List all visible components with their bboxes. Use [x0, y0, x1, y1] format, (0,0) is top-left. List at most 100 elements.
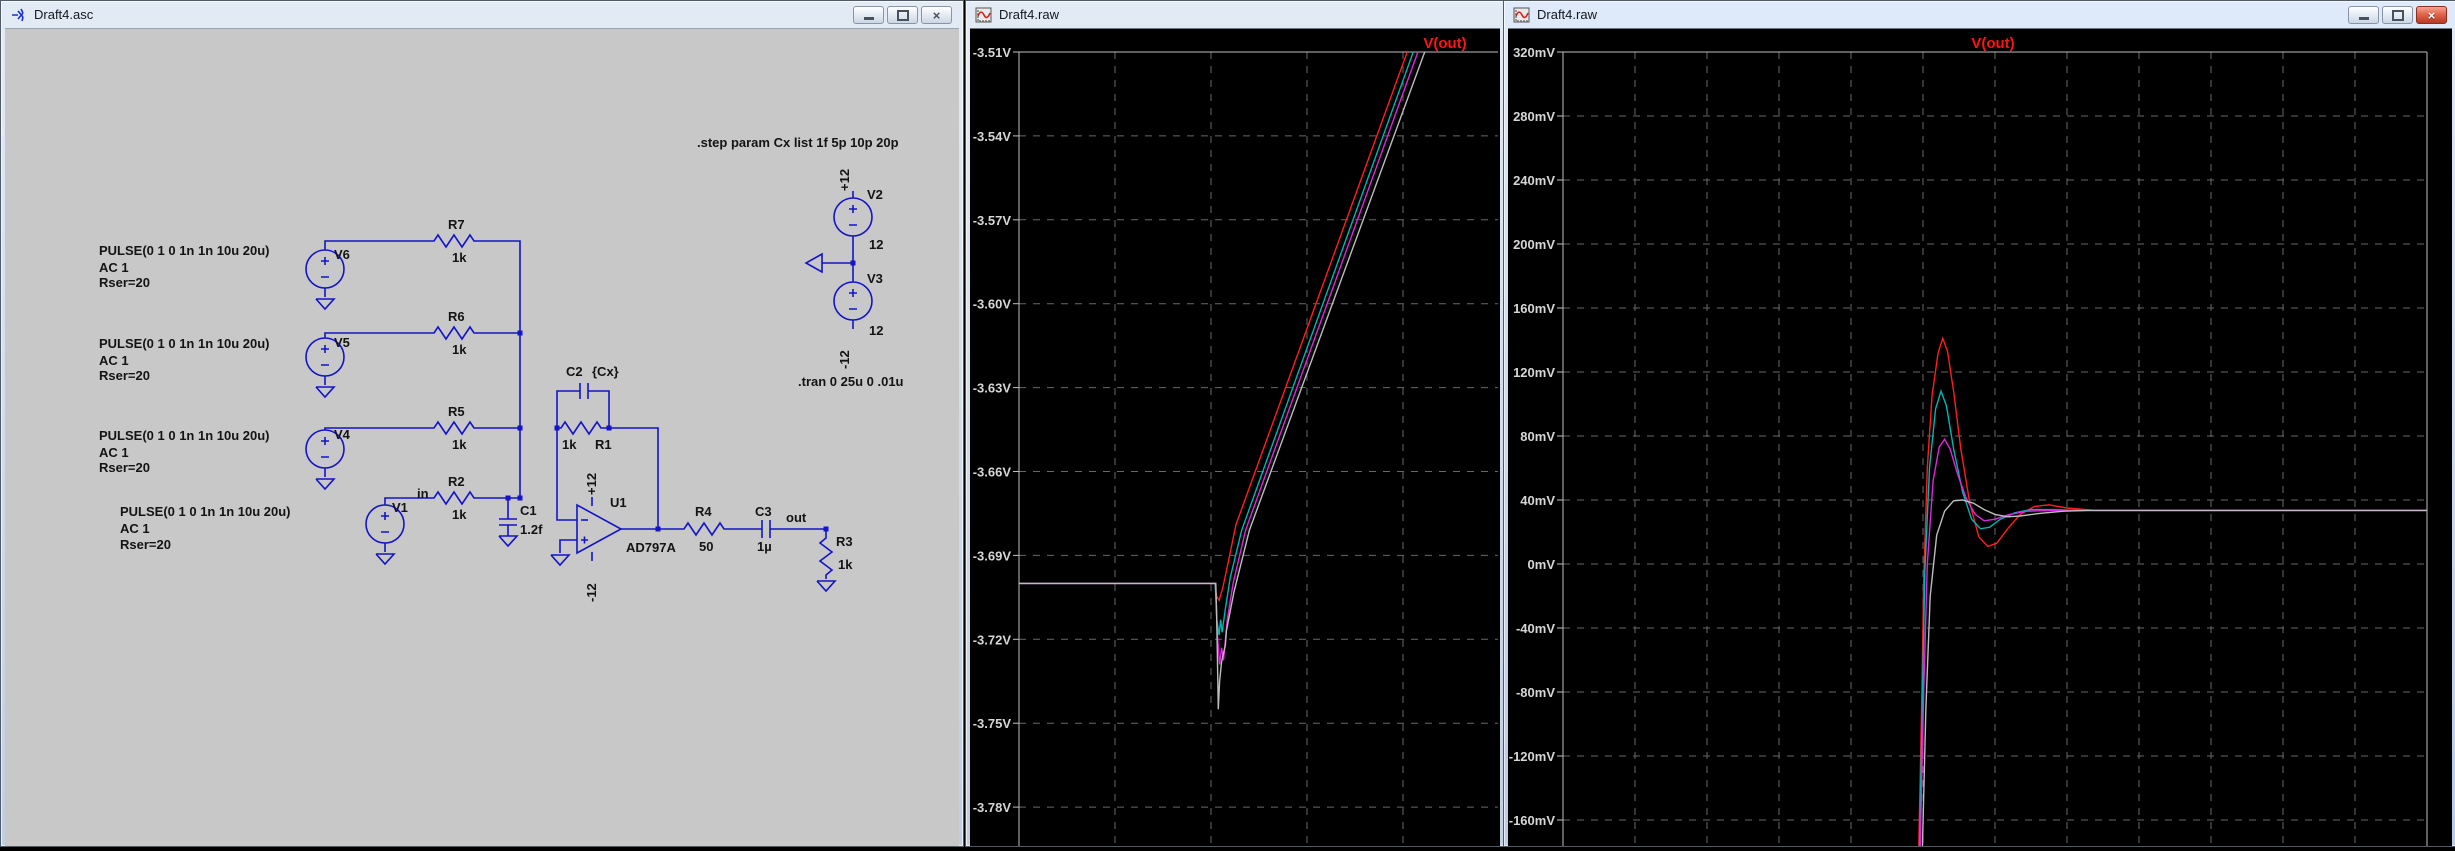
- svg-text:V5: V5: [334, 335, 350, 350]
- rail-midpoint: [804, 236, 856, 282]
- tran-directive[interactable]: .tran 0 25u 0 .01u: [798, 374, 904, 389]
- resistor-r6[interactable]: R6 1k: [430, 309, 482, 357]
- svg-text:C2: C2: [566, 364, 583, 379]
- svg-text:R5: R5: [448, 404, 465, 419]
- capacitor-c3[interactable]: C3 1µ: [732, 504, 826, 554]
- svg-text:12: 12: [869, 323, 883, 338]
- source-spec-v4: PULSE(0 1 0 1n 1n 10u 20u) AC 1 Rser=20: [99, 428, 270, 475]
- ground-icon: [816, 580, 837, 593]
- output-wires: [621, 526, 680, 532]
- voltage-source-v3[interactable]: V3 12 -12: [833, 271, 883, 369]
- y-tick-label: -3.60V: [973, 297, 1012, 312]
- resistor-r3[interactable]: R3 1k: [816, 526, 853, 593]
- y-tick-label: -3.54V: [973, 129, 1012, 144]
- minimize-icon: [2358, 17, 2369, 20]
- y-axis-labels: 320mV 280mV 240mV 200mV 160mV 120mV 80mV 40mV 0m…: [1509, 45, 1563, 828]
- minimize-button[interactable]: [853, 6, 884, 24]
- y-tick-label: -80mV: [1516, 685, 1555, 700]
- y-tick-label: -3.51V: [973, 45, 1012, 60]
- voltage-source-v2[interactable]: +12 V2 12: [833, 169, 883, 252]
- y-tick-label: 40mV: [1520, 493, 1555, 508]
- y-tick-label: 200mV: [1513, 237, 1555, 252]
- close-button[interactable]: ×: [921, 6, 952, 24]
- svg-text:R7: R7: [448, 217, 465, 232]
- y-tick-label: -40mV: [1516, 621, 1555, 636]
- svg-text:U1: U1: [610, 495, 627, 510]
- minimize-button[interactable]: [2348, 6, 2379, 24]
- schematic-window-controls: ×: [853, 6, 952, 24]
- source-spec-v5: PULSE(0 1 0 1n 1n 10u 20u) AC 1 Rser=20: [99, 336, 270, 383]
- y-tick-label: 160mV: [1513, 301, 1555, 316]
- svg-text:V1: V1: [392, 500, 408, 515]
- plot-area[interactable]: [1563, 52, 2427, 846]
- svg-text:+12: +12: [837, 169, 852, 191]
- restore-button[interactable]: [2382, 6, 2413, 24]
- svg-text:AC 1: AC 1: [99, 445, 129, 460]
- svg-text:1k: 1k: [452, 507, 467, 522]
- waveform-pane-left[interactable]: V(out) -3.51V -3.54V -3.57V -3.60V -3.63V -3.…: [970, 28, 1500, 846]
- schematic-canvas[interactable]: PULSE(0 1 0 1n 1n 10u 20u) AC 1 Rser=20 …: [5, 28, 959, 846]
- y-tick-label: 0mV: [1528, 557, 1556, 572]
- resistor-r5[interactable]: R5 1k: [430, 404, 482, 452]
- svg-text:R2: R2: [448, 474, 465, 489]
- svg-text:R4: R4: [695, 504, 712, 519]
- svg-text:1µ: 1µ: [757, 539, 772, 554]
- plot-area[interactable]: [1019, 52, 1498, 846]
- y-tick-label: -3.63V: [973, 381, 1012, 396]
- y-tick-label: 280mV: [1513, 109, 1555, 124]
- waveform-window-right-titlebar[interactable]: Draft4.raw: [1504, 1, 2455, 28]
- ground-icon: [498, 535, 519, 548]
- window-title: Draft4.asc: [34, 7, 94, 22]
- resistor-r4[interactable]: R4 50: [680, 504, 732, 554]
- y-tick-label: 120mV: [1513, 365, 1555, 380]
- voltage-source-v4[interactable]: V4: [305, 427, 430, 491]
- minimize-icon: [863, 17, 874, 20]
- voltage-source-v5[interactable]: V5: [305, 332, 430, 399]
- svg-text:V4: V4: [334, 427, 351, 442]
- resistor-r2[interactable]: R2 1k: [430, 474, 482, 522]
- step-directive[interactable]: .step param Cx list 1f 5p 10p 20p: [697, 135, 899, 150]
- svg-text:V2: V2: [867, 187, 883, 202]
- y-tick-label: -3.66V: [973, 465, 1012, 480]
- y-tick-label: -3.57V: [973, 213, 1012, 228]
- waveform-window-left-titlebar[interactable]: Draft4.raw: [966, 1, 1504, 28]
- y-tick-label: -3.75V: [973, 716, 1012, 731]
- ground-icon: [804, 252, 823, 274]
- schematic-window-titlebar[interactable]: Draft4.asc: [1, 1, 963, 28]
- y-tick-label: -3.78V: [973, 800, 1012, 815]
- y-axis-labels: -3.51V -3.54V -3.57V -3.60V -3.63V -3.66V -3.6…: [973, 45, 1019, 815]
- y-tick-label: -120mV: [1509, 749, 1556, 764]
- capacitor-c2[interactable]: C2 {Cx}: [556, 364, 619, 428]
- resistor-r7[interactable]: R7 1k: [430, 217, 482, 265]
- svg-text:R1: R1: [595, 437, 612, 452]
- voltage-source-v1[interactable]: V1 in: [365, 486, 430, 566]
- restore-button[interactable]: [887, 6, 918, 24]
- svg-text:Rser=20: Rser=20: [120, 537, 171, 552]
- svg-text:C1: C1: [520, 503, 537, 518]
- svg-text:1k: 1k: [452, 250, 467, 265]
- svg-text:12: 12: [869, 237, 883, 252]
- capacitor-c1[interactable]: C1 1.2f: [498, 495, 543, 548]
- close-icon: ×: [932, 7, 941, 23]
- svg-text:1k: 1k: [452, 342, 467, 357]
- ground-icon: [315, 298, 336, 311]
- resistor-r1[interactable]: 1k R1: [557, 420, 612, 452]
- y-tick-label: -3.72V: [973, 632, 1012, 647]
- close-button[interactable]: ×: [2416, 6, 2447, 24]
- waveform-pane-right[interactable]: V(out) 320mV 280mV 240mV 200mV 160mV 120mV 80m…: [1508, 28, 2452, 846]
- svg-text:R6: R6: [448, 309, 465, 324]
- svg-text:AC 1: AC 1: [120, 521, 150, 536]
- window-title: Draft4.raw: [999, 7, 1059, 22]
- svg-text:1k: 1k: [562, 437, 577, 452]
- svg-text:PULSE(0 1 0 1n 1n 10u 20u): PULSE(0 1 0 1n 1n 10u 20u): [99, 428, 270, 443]
- svg-text:PULSE(0 1 0 1n 1n 10u 20u): PULSE(0 1 0 1n 1n 10u 20u): [99, 336, 270, 351]
- svg-text:1k: 1k: [452, 437, 467, 452]
- svg-text:AD797A: AD797A: [626, 540, 676, 555]
- schematic-drawing: PULSE(0 1 0 1n 1n 10u 20u) AC 1 Rser=20 …: [99, 135, 904, 602]
- trace-legend[interactable]: V(out): [1971, 35, 2014, 52]
- y-tick-label: 80mV: [1520, 429, 1555, 444]
- close-icon: ×: [2427, 7, 2436, 23]
- waveform-window-left: Draft4.raw V(out) -3.51V -3.54V -3.57V -3.6…: [965, 0, 1505, 847]
- trace-legend[interactable]: V(out): [1423, 35, 1466, 52]
- voltage-source-v6[interactable]: V6: [305, 240, 430, 311]
